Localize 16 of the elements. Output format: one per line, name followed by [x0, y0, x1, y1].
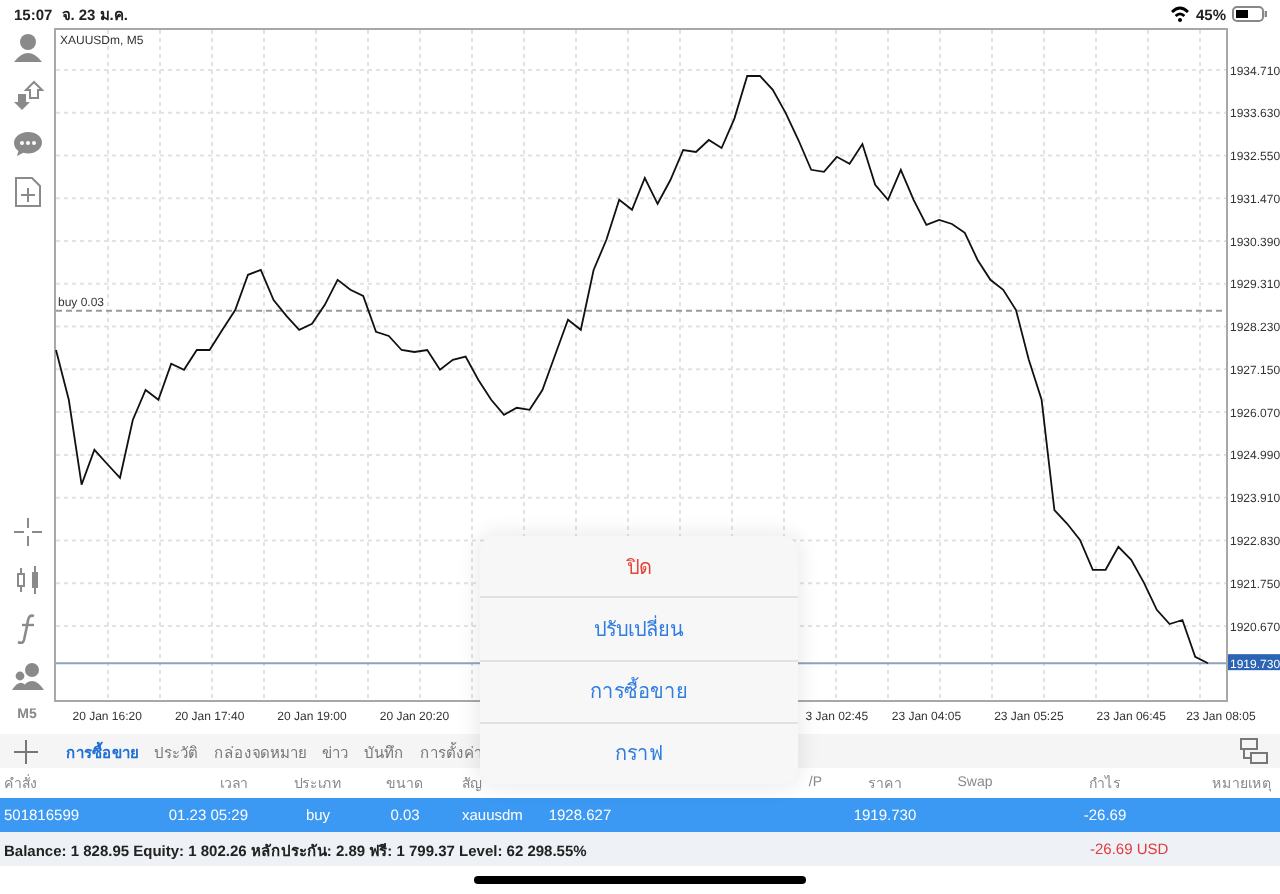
people-icon[interactable]: [11, 660, 43, 692]
up-down-arrows-icon[interactable]: [11, 80, 43, 112]
battery-icon: [1232, 6, 1268, 22]
menu-item[interactable]: ปรับเปลี่ยน: [480, 598, 798, 661]
crosshair-icon[interactable]: [11, 516, 43, 548]
menu-item[interactable]: การซื้อขาย: [480, 661, 798, 724]
add-icon[interactable]: [12, 737, 40, 765]
person-icon[interactable]: [11, 32, 43, 64]
function-icon[interactable]: [15, 612, 39, 644]
menu-item[interactable]: ปิด: [480, 536, 798, 599]
chat-icon[interactable]: [11, 128, 43, 160]
add-document-icon[interactable]: [13, 176, 41, 208]
menu-item[interactable]: กราฟ: [480, 723, 798, 784]
candlestick-icon[interactable]: [11, 564, 43, 596]
split-view-icon[interactable]: [1240, 738, 1268, 764]
wifi-icon: [1169, 6, 1190, 22]
